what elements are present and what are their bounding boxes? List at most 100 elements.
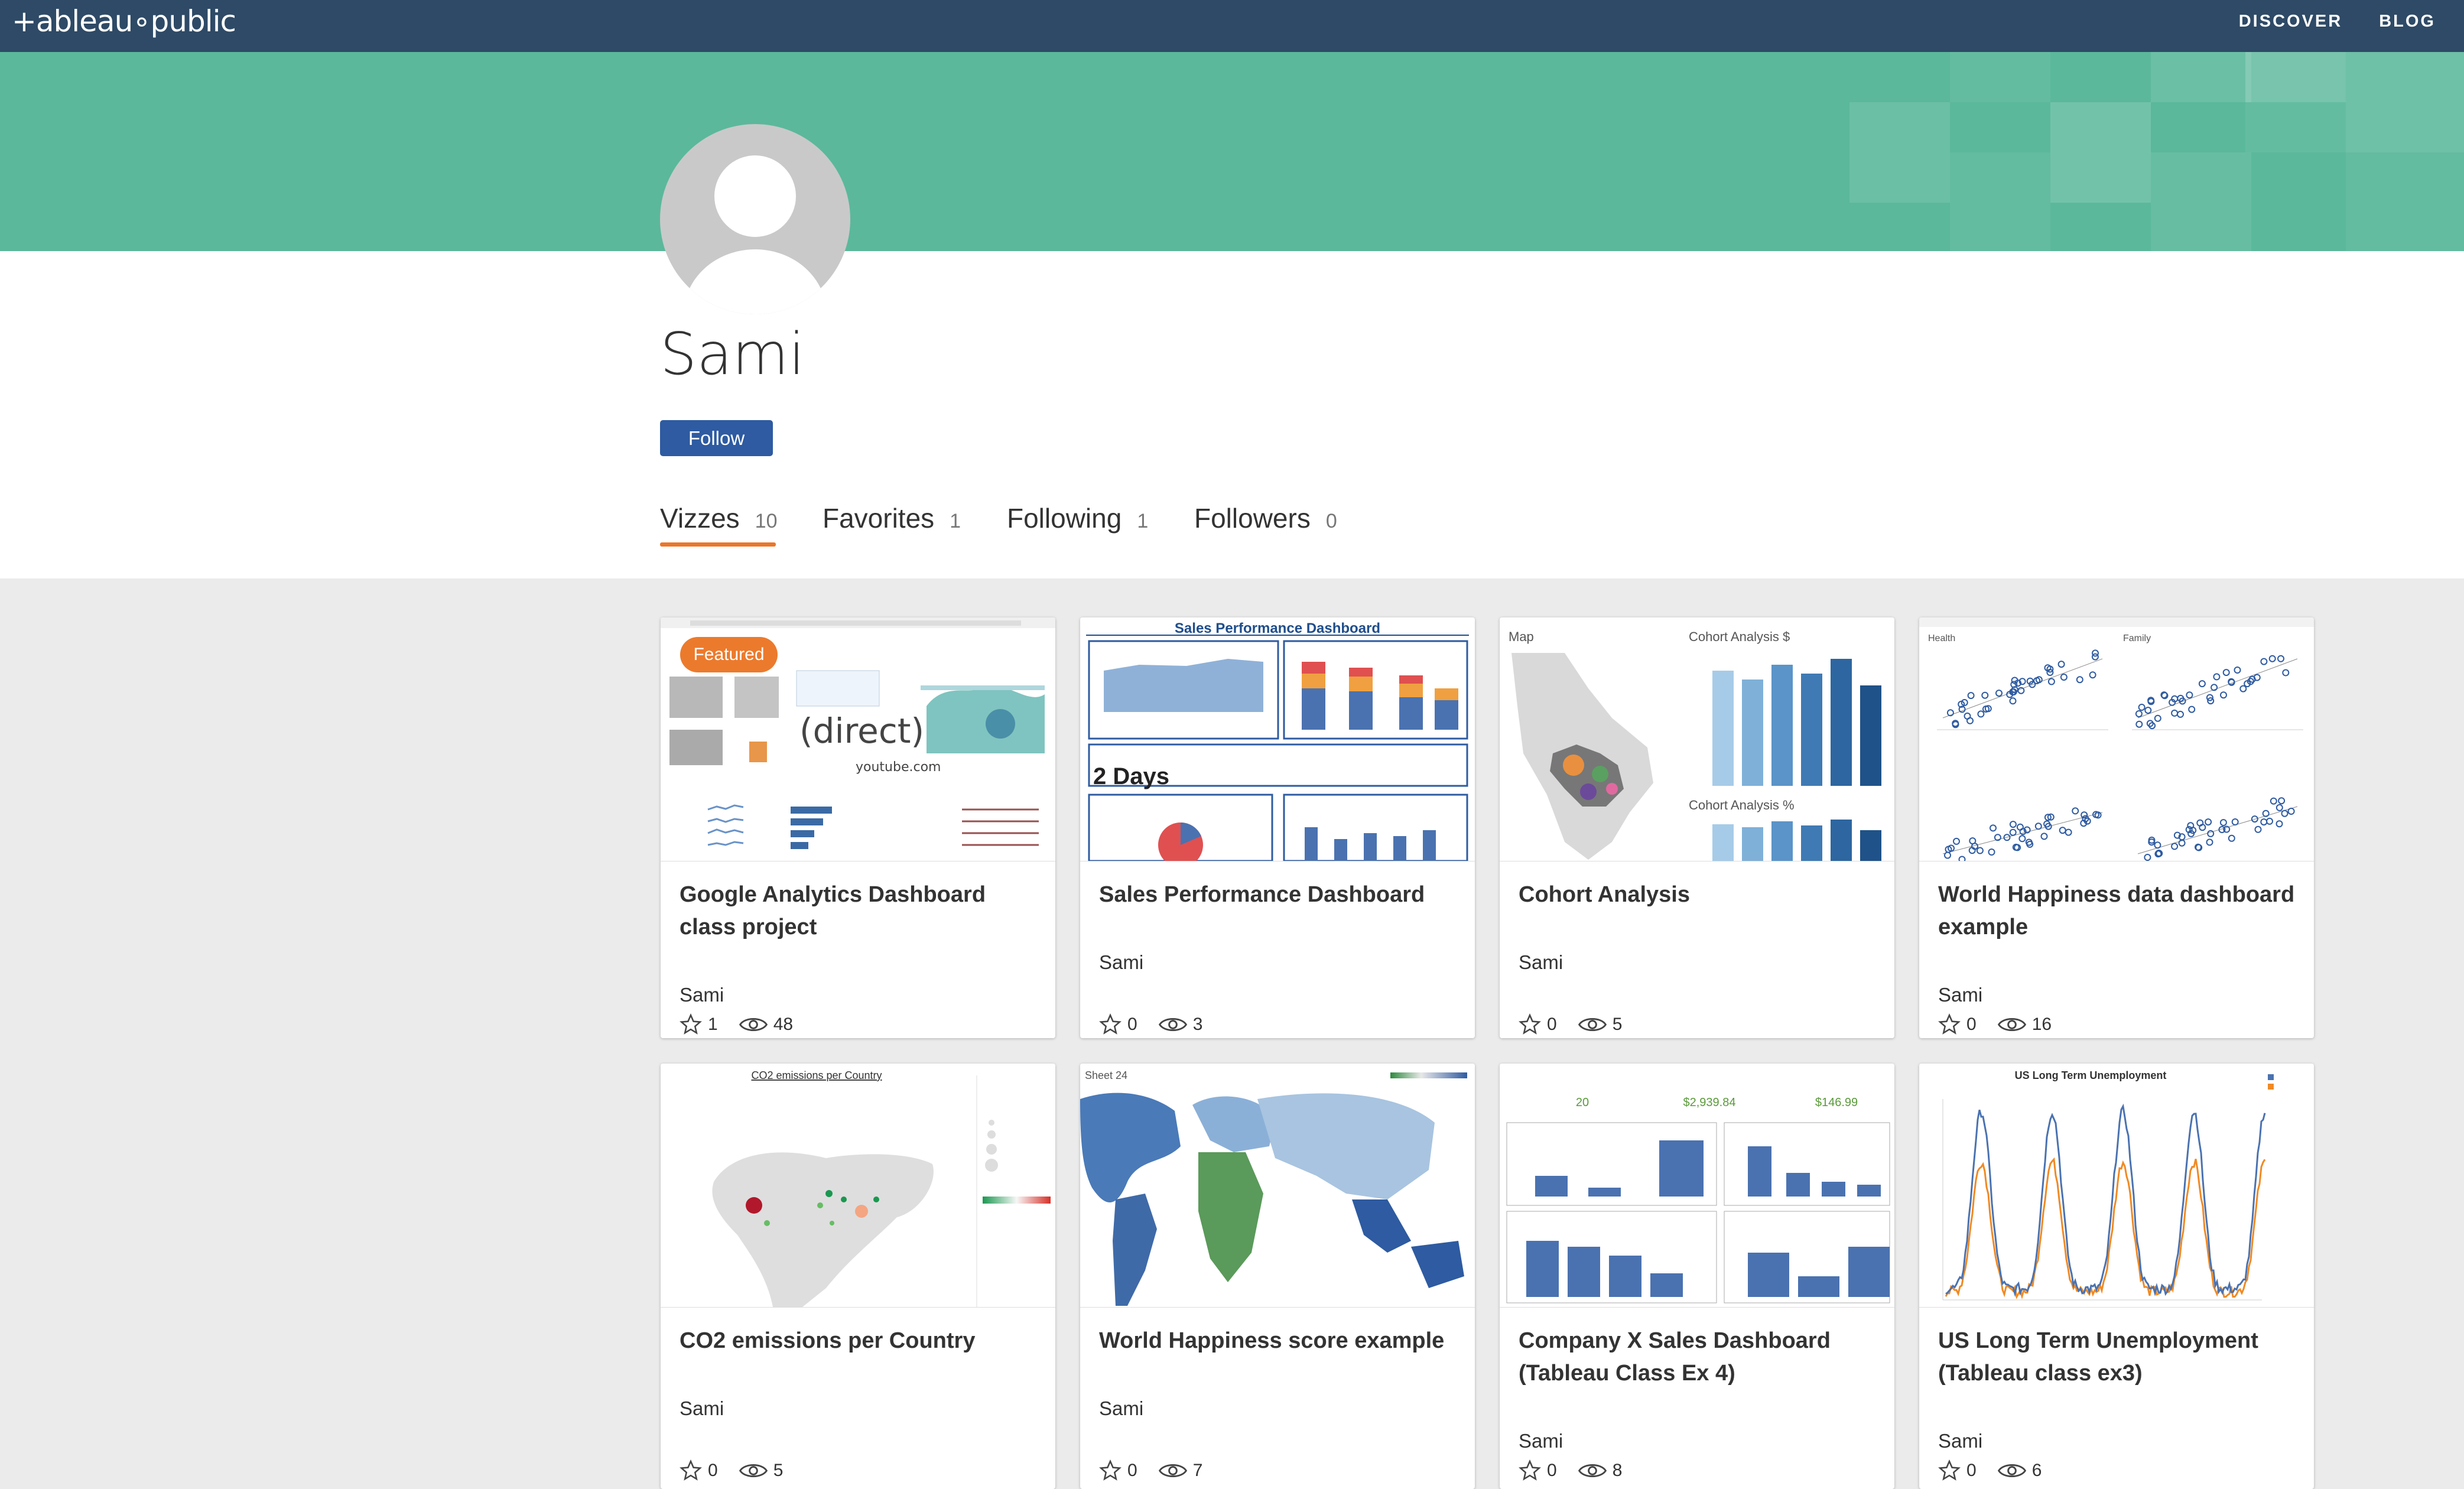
viz-card[interactable]: CO2 emissions per Country CO2 emissions … [661, 1064, 1055, 1489]
tab-following[interactable]: Following 1 [1007, 502, 1148, 534]
viz-title[interactable]: World Happiness score example [1099, 1325, 1459, 1357]
viz-card[interactable]: (direct) youtube.com Featured Google Ana… [661, 617, 1055, 1038]
favorites-count: 0 [1547, 1015, 1557, 1034]
thumb-headline: (direct) [799, 711, 924, 751]
viz-stats: 0 5 [680, 1459, 783, 1482]
viz-title[interactable]: Google Analytics Dashboard class project [680, 879, 1040, 944]
viz-author[interactable]: Sami [1099, 1397, 1143, 1420]
viz-author[interactable]: Sami [680, 1397, 724, 1420]
favorites-count: 0 [1547, 1461, 1557, 1480]
tableau-public-logo[interactable]: +ableau∘public [12, 0, 236, 52]
viz-card[interactable]: US Long Term Unemployment US Long Term U… [1919, 1064, 2314, 1489]
eye-icon [1997, 1017, 2026, 1032]
thumb-headline: Sheet 24 [1085, 1069, 1127, 1081]
views-count: 5 [1612, 1015, 1623, 1034]
tab-label: Vizzes [660, 503, 740, 534]
viz-stats: 1 48 [680, 1013, 793, 1036]
star-icon [680, 1013, 702, 1035]
star-icon [1519, 1013, 1541, 1035]
star-icon [1938, 1013, 1961, 1035]
thumb-headline: CO2 emissions per Country [751, 1069, 882, 1081]
favorites-count: 0 [1127, 1461, 1137, 1480]
viz-author[interactable]: Sami [1519, 951, 1563, 974]
eye-icon [1158, 1017, 1187, 1032]
favorites-count: 0 [708, 1461, 718, 1480]
viz-stats: 0 3 [1099, 1013, 1202, 1036]
views-count: 3 [1192, 1015, 1203, 1034]
avatar [660, 124, 850, 314]
tab-favorites[interactable]: Favorites 1 [823, 502, 961, 534]
featured-badge: Featured [680, 637, 778, 672]
nav-link-blog[interactable]: BLOG [2379, 12, 2436, 31]
viz-thumbnail[interactable]: (direct) youtube.com Featured [661, 617, 1055, 861]
thumb-subline: Cohort Analysis % [1689, 798, 1795, 812]
views-count: 48 [773, 1015, 794, 1034]
tab-count: 1 [1137, 510, 1149, 532]
views-count: 16 [2031, 1015, 2052, 1034]
viz-thumbnail[interactable]: Sales Performance Dashboard 2 Days [1080, 617, 1475, 861]
thumb-headline: US Long Term Unemployment [2015, 1069, 2167, 1081]
viz-author[interactable]: Sami [680, 984, 724, 1006]
star-icon [1099, 1459, 1122, 1481]
thumb-label: Map [1509, 629, 1534, 644]
tab-followers[interactable]: Followers 0 [1194, 502, 1337, 534]
thumb-subline: Family [2123, 633, 2151, 643]
thumb-headline: Sales Performance Dashboard [1175, 620, 1380, 636]
viz-author[interactable]: Sami [1938, 984, 1982, 1006]
thumb-subline: 2 Days [1093, 763, 1169, 789]
viz-title[interactable]: World Happiness data dashboard example [1938, 879, 2299, 944]
viz-thumbnail[interactable]: US Long Term Unemployment [1919, 1064, 2314, 1308]
star-icon [680, 1459, 702, 1481]
viz-stats: 0 6 [1938, 1459, 2042, 1482]
eye-icon [1578, 1017, 1607, 1032]
viz-title[interactable]: CO2 emissions per Country [680, 1325, 1040, 1357]
viz-title[interactable]: Cohort Analysis [1519, 879, 1879, 911]
tab-count: 1 [950, 510, 961, 532]
favorites-count: 0 [1966, 1461, 1977, 1480]
viz-author[interactable]: Sami [1519, 1430, 1563, 1452]
views-count: 6 [2031, 1461, 2042, 1480]
nav-link-discover[interactable]: DISCOVER [2239, 12, 2342, 31]
views-count: 7 [1192, 1461, 1203, 1480]
thumb-headline: $2,939.84 [1683, 1096, 1736, 1109]
viz-stats: 0 8 [1519, 1459, 1622, 1482]
viz-card[interactable]: 20 $2,939.84 $146.99 Company X Sales Das… [1500, 1064, 1894, 1489]
viz-stats: 0 7 [1099, 1459, 1202, 1482]
viz-title[interactable]: Sales Performance Dashboard [1099, 879, 1459, 911]
views-count: 8 [1612, 1461, 1623, 1480]
views-count: 5 [773, 1461, 784, 1480]
viz-card[interactable]: Health Family World Happiness data dashb… [1919, 617, 2314, 1038]
viz-author[interactable]: Sami [1099, 951, 1143, 974]
favorites-count: 0 [1127, 1015, 1137, 1034]
active-tab-indicator [660, 542, 776, 547]
viz-thumbnail[interactable]: 20 $2,939.84 $146.99 [1500, 1064, 1894, 1308]
tab-vizzes[interactable]: Vizzes 10 [660, 502, 777, 534]
tab-label: Following [1007, 503, 1122, 534]
viz-thumbnail[interactable]: Health Family [1919, 617, 2314, 861]
star-icon [1938, 1459, 1961, 1481]
viz-author[interactable]: Sami [1938, 1430, 1982, 1452]
tab-label: Followers [1194, 503, 1311, 534]
follow-button[interactable]: Follow [660, 420, 773, 456]
tab-count: 0 [1325, 510, 1337, 532]
tab-count: 10 [755, 510, 778, 532]
favorites-count: 0 [1966, 1015, 1977, 1034]
top-nav: +ableau∘public DISCOVER BLOG [0, 0, 2464, 52]
thumb-subline: youtube.com [856, 760, 941, 775]
viz-thumbnail[interactable]: CO2 emissions per Country [661, 1064, 1055, 1308]
star-icon [1519, 1459, 1541, 1481]
profile-banner [0, 52, 2464, 251]
viz-card[interactable]: Map Cohort Analysis $ Cohort Analysis % … [1500, 617, 1894, 1038]
nav-links: DISCOVER BLOG [2239, 0, 2436, 43]
thumb-headline: Cohort Analysis $ [1689, 629, 1790, 644]
viz-stats: 0 16 [1938, 1013, 2052, 1036]
thumb-headline: Health [1928, 633, 1955, 643]
viz-thumbnail[interactable]: Map Cohort Analysis $ Cohort Analysis % [1500, 617, 1894, 861]
star-icon [1099, 1013, 1122, 1035]
viz-title[interactable]: Company X Sales Dashboard (Tableau Class… [1519, 1325, 1879, 1390]
viz-card[interactable]: Sheet 24 World Happiness score example S… [1080, 1064, 1475, 1489]
viz-title[interactable]: US Long Term Unemployment (Tableau class… [1938, 1325, 2299, 1390]
thumb-label: 20 [1576, 1096, 1589, 1109]
viz-thumbnail[interactable]: Sheet 24 [1080, 1064, 1475, 1308]
viz-card[interactable]: Sales Performance Dashboard 2 Days Sales… [1080, 617, 1475, 1038]
